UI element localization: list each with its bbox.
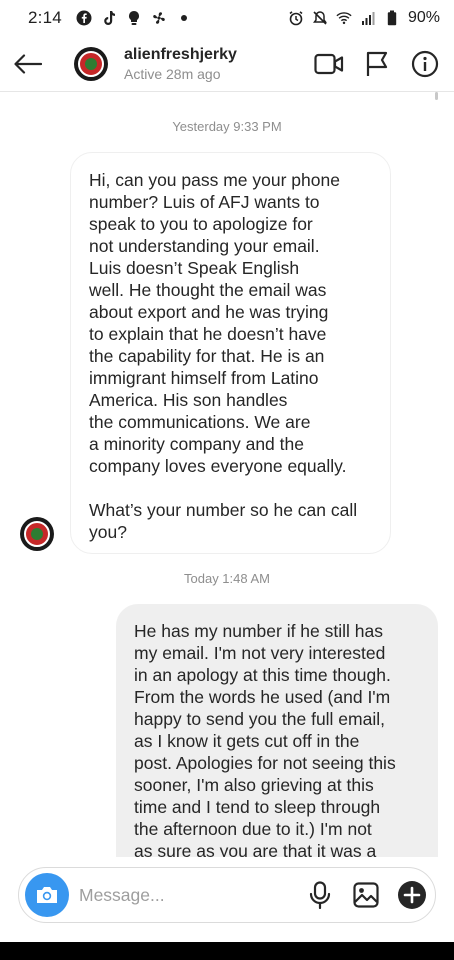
header-actions (314, 49, 454, 79)
flag-icon (366, 51, 388, 76)
status-time: 2:14 (28, 8, 62, 27)
add-icon (398, 881, 426, 909)
notification-icons (76, 10, 192, 26)
message-thread[interactable]: Yesterday 9:33 PM Hi, can you pass me yo… (0, 92, 454, 857)
mute-icon (312, 10, 328, 26)
active-status: Active 28m ago (124, 65, 221, 82)
status-left: 2:14 (28, 8, 192, 28)
message-timestamp: Today 1:48 AM (184, 571, 270, 586)
status-bar: 2:14 90% (0, 0, 454, 36)
status-right: 90% (288, 9, 440, 27)
system-navigation-bar (0, 942, 454, 960)
composer-actions (305, 880, 427, 910)
message-input[interactable] (79, 884, 301, 906)
battery-percent: 90% (407, 9, 440, 26)
avatar-logo-icon (78, 50, 104, 77)
lightbulb-icon (126, 10, 142, 26)
add-button[interactable] (397, 880, 427, 910)
conversation-header: alienfreshjerky Active 28m ago (0, 36, 454, 92)
incoming-message[interactable]: Hi, can you pass me your phone number? L… (70, 152, 391, 554)
header-user-info[interactable]: alienfreshjerky Active 28m ago (124, 46, 237, 82)
username: alienfreshjerky (124, 45, 237, 63)
voice-message-button[interactable] (305, 880, 335, 910)
camera-icon (37, 887, 57, 903)
battery-icon (384, 10, 400, 26)
microphone-icon (309, 881, 331, 909)
signal-icon (360, 10, 376, 26)
fan-icon (151, 10, 167, 26)
avatar-logo-icon (24, 521, 50, 547)
tiktok-icon (101, 10, 117, 26)
sender-avatar[interactable] (20, 517, 54, 551)
gallery-icon (353, 882, 379, 908)
dot-icon (176, 10, 192, 26)
camera-button[interactable] (25, 873, 69, 917)
message-composer (18, 867, 436, 923)
flag-button[interactable] (362, 49, 392, 79)
back-arrow-icon (14, 53, 42, 74)
message-timestamp: Yesterday 9:33 PM (172, 119, 282, 134)
scrollbar[interactable] (435, 92, 438, 100)
back-button[interactable] (0, 36, 56, 92)
outgoing-message[interactable]: He has my number if he still has my emai… (116, 604, 438, 857)
wifi-icon (336, 10, 352, 26)
info-button[interactable] (410, 49, 440, 79)
info-icon (411, 50, 439, 77)
avatar[interactable] (74, 46, 108, 81)
video-call-icon (314, 53, 344, 74)
gallery-button[interactable] (351, 880, 381, 910)
alarm-icon (288, 10, 304, 26)
video-call-button[interactable] (314, 49, 344, 79)
facebook-icon (76, 10, 92, 26)
